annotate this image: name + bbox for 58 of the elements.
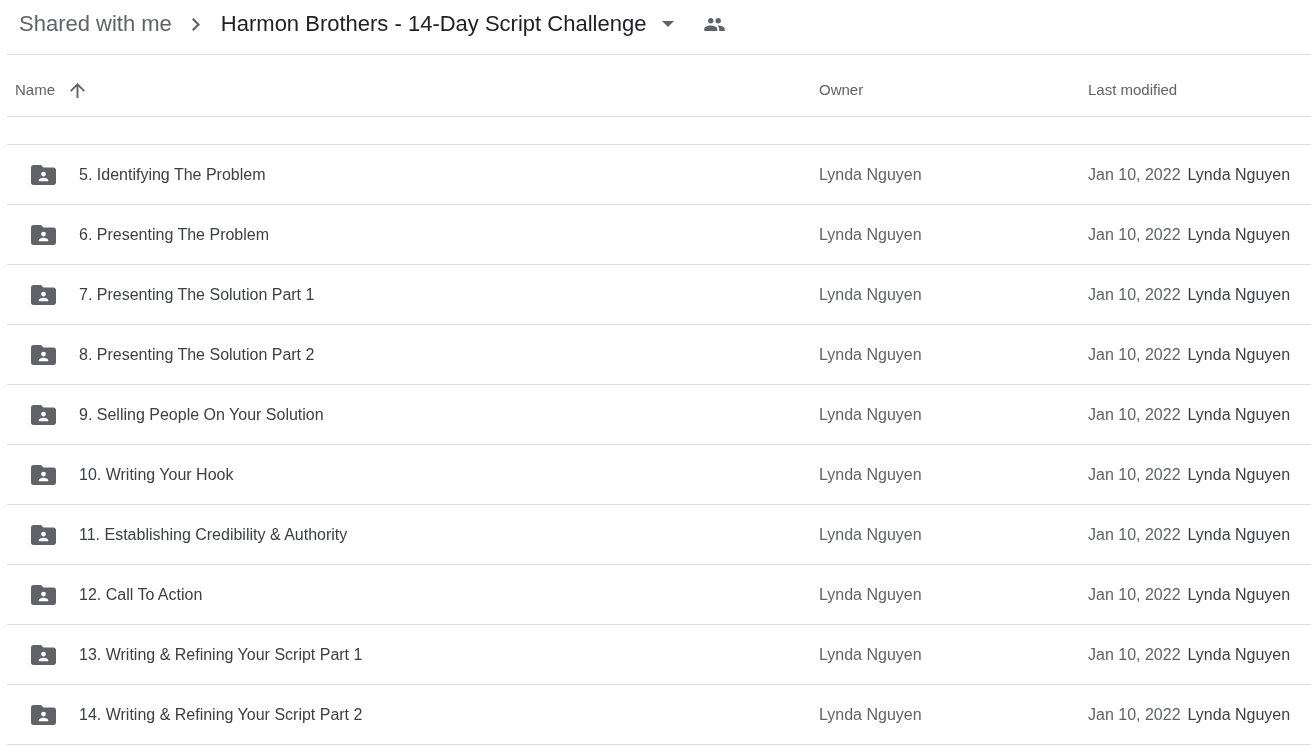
modifier-name: Lynda Nguyen (1187, 224, 1291, 245)
shared-folder-icon (31, 224, 56, 245)
folder-name: 14. Writing & Refining Your Script Part 2 (79, 704, 363, 725)
modifier-name: Lynda Nguyen (1187, 404, 1291, 425)
owner-name: Lynda Nguyen (819, 224, 922, 245)
folder-name: 7. Presenting The Solution Part 1 (79, 284, 315, 305)
owner-name: Lynda Nguyen (819, 284, 922, 305)
folder-name: 8. Presenting The Solution Part 2 (79, 344, 315, 365)
modified-date: Jan 10, 2022 (1088, 644, 1181, 665)
caret-icon (662, 21, 675, 27)
owner-name: Lynda Nguyen (819, 524, 922, 545)
modifier-name: Lynda Nguyen (1187, 524, 1291, 545)
modifier-name: Lynda Nguyen (1187, 464, 1291, 485)
modifier-name: Lynda Nguyen (1187, 344, 1291, 365)
modified-date: Jan 10, 2022 (1088, 344, 1181, 365)
modified-date: Jan 10, 2022 (1088, 164, 1181, 185)
owner-name: Lynda Nguyen (819, 644, 922, 665)
modified-date: Jan 10, 2022 (1088, 704, 1181, 725)
owner-name: Lynda Nguyen (819, 704, 922, 725)
modified-date: Jan 10, 2022 (1088, 284, 1181, 305)
column-header[interactable]: Owner (819, 80, 864, 100)
shared-folder-icon (31, 344, 56, 365)
modified-date: Jan 10, 2022 (1088, 524, 1181, 545)
modified-date: Jan 10, 2022 (1088, 224, 1181, 245)
shared-folder-icon (31, 524, 56, 545)
modifier-name: Lynda Nguyen (1187, 704, 1291, 725)
shared-folder-icon (31, 404, 56, 425)
owner-name: Lynda Nguyen (819, 404, 922, 425)
chevron-right-icon (191, 17, 200, 31)
modified-date: Jan 10, 2022 (1088, 404, 1181, 425)
folder-name: 11. Establishing Credibility & Authority (79, 524, 348, 545)
shared-folder-icon (31, 464, 56, 485)
breadcrumb-link[interactable]: Shared with me (19, 10, 172, 38)
owner-name: Lynda Nguyen (819, 584, 922, 605)
shared-folder-icon (31, 644, 56, 665)
folder-name: 12. Call To Action (79, 584, 203, 605)
owner-name: Lynda Nguyen (819, 164, 922, 185)
shared-folder-icon (31, 164, 56, 185)
folder-name: 13. Writing & Refining Your Script Part 1 (79, 644, 363, 665)
folder-name: 10. Writing Your Hook (79, 464, 234, 485)
folder-name: 6. Presenting The Problem (79, 224, 270, 245)
modifier-name: Lynda Nguyen (1187, 164, 1291, 185)
modifier-name: Lynda Nguyen (1187, 584, 1291, 605)
modified-date: Jan 10, 2022 (1088, 464, 1181, 485)
modifier-name: Lynda Nguyen (1187, 284, 1291, 305)
folder-name: 5. Identifying The Problem (79, 164, 266, 185)
folder-name: 9. Selling People On Your Solution (79, 404, 324, 425)
modified-date: Jan 10, 2022 (1088, 584, 1181, 605)
shared-folder-icon (31, 704, 56, 725)
column-header[interactable]: Last modified (1088, 80, 1178, 100)
shared-folder-icon (31, 584, 56, 605)
modifier-name: Lynda Nguyen (1187, 644, 1291, 665)
folder-menu-button[interactable]: Harmon Brothers - 14-Day Script Challenge (220, 10, 675, 38)
owner-name: Lynda Nguyen (819, 464, 922, 485)
owner-name: Lynda Nguyen (819, 344, 922, 365)
shared-folder-icon (31, 284, 56, 305)
people-icon (704, 17, 726, 31)
column-header[interactable]: Name (15, 80, 85, 100)
